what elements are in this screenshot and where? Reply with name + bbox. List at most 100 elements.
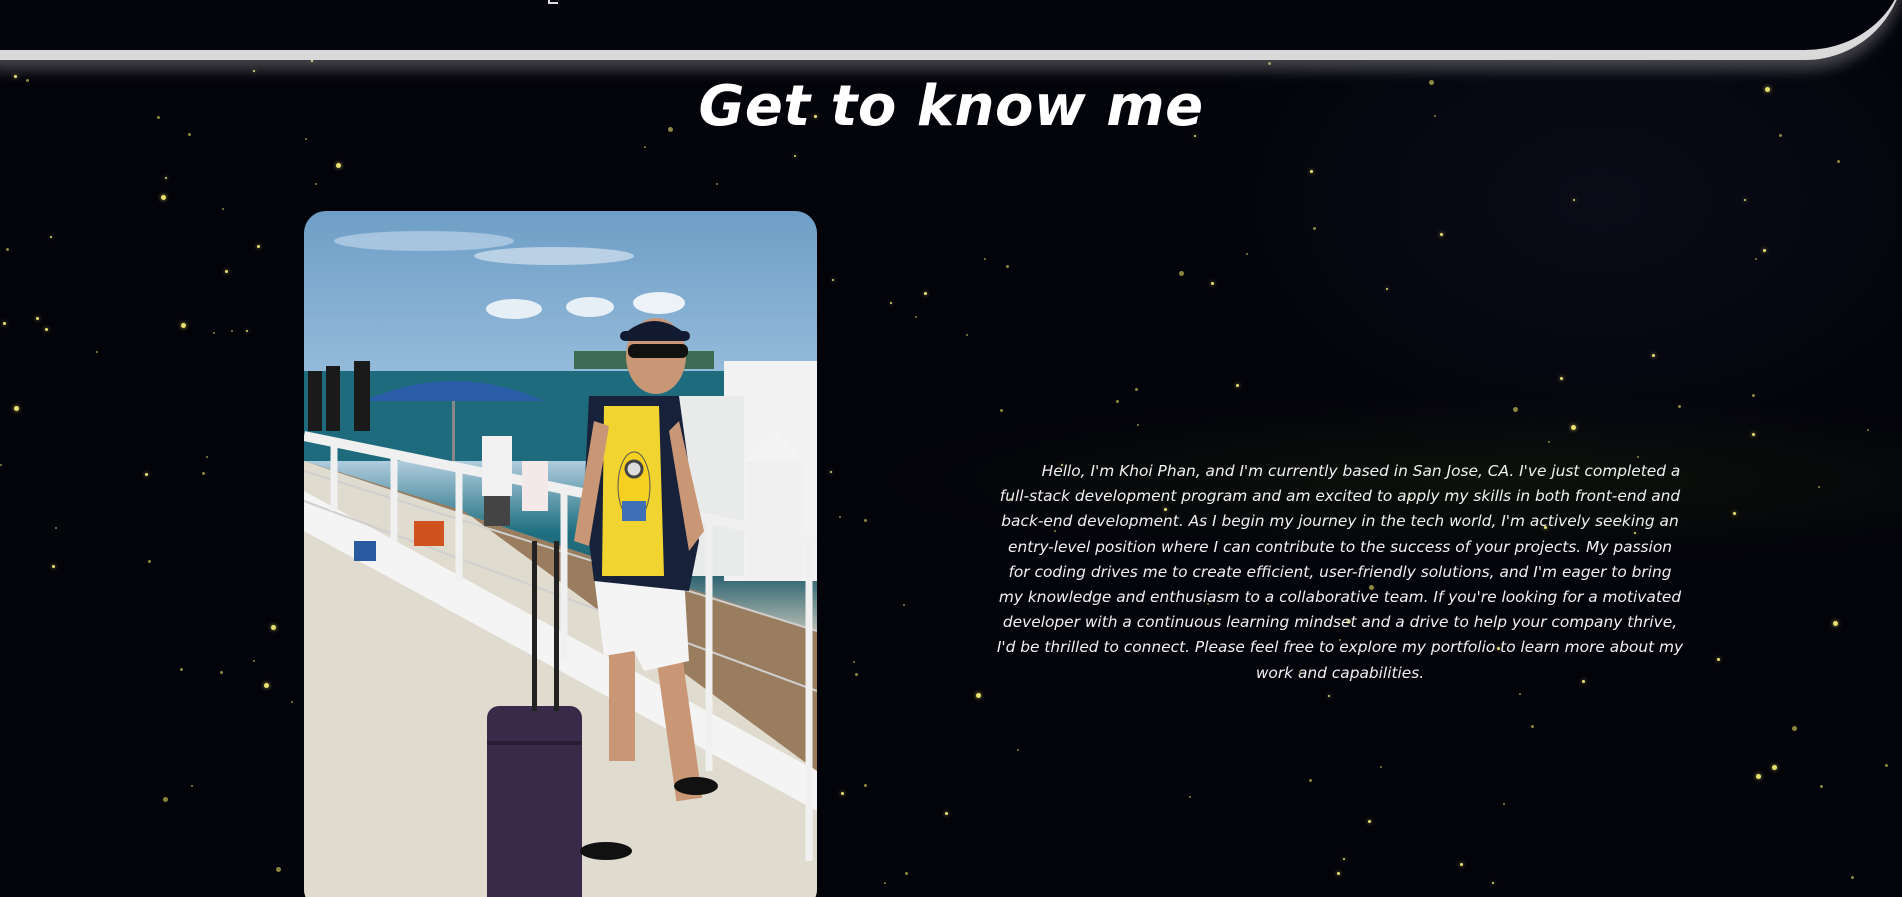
star-dot <box>191 785 193 787</box>
star-dot <box>165 177 167 179</box>
star-dot <box>1755 258 1757 260</box>
star-dot <box>905 872 908 875</box>
profile-photo-illustration <box>304 231 817 897</box>
star-dot <box>1756 774 1761 779</box>
star-dot <box>1343 858 1345 860</box>
star-dot <box>1116 400 1119 403</box>
star-dot <box>924 292 927 295</box>
star-dot <box>976 693 981 698</box>
star-dot <box>1531 725 1534 728</box>
star-dot <box>336 163 341 168</box>
star-dot <box>276 867 281 872</box>
star-dot <box>1328 695 1330 697</box>
star-dot <box>1440 233 1443 236</box>
star-dot <box>0 464 2 466</box>
star-dot <box>966 334 968 336</box>
star-dot <box>1268 62 1271 65</box>
star-dot <box>3 322 6 325</box>
star-dot <box>984 258 986 260</box>
star-dot <box>1368 820 1371 823</box>
header-nav-fragment <box>548 0 558 4</box>
star-dot <box>96 351 98 353</box>
star-dot <box>213 332 215 334</box>
star-dot <box>1135 388 1138 391</box>
star-dot <box>1211 282 1214 285</box>
star-dot <box>45 328 48 331</box>
star-dot <box>1717 658 1720 661</box>
star-dot <box>864 784 867 787</box>
star-dot <box>1744 199 1746 201</box>
star-dot <box>1519 693 1521 695</box>
star-dot <box>6 248 9 251</box>
star-dot <box>148 560 151 563</box>
star-dot <box>1000 409 1003 412</box>
star-dot <box>945 812 948 815</box>
star-dot <box>1017 749 1019 751</box>
star-dot <box>1179 271 1184 276</box>
star-dot <box>716 183 718 185</box>
star-dot <box>264 683 269 688</box>
star-dot <box>231 330 233 332</box>
star-dot <box>52 565 55 568</box>
star-dot <box>884 882 886 884</box>
star-dot <box>1571 425 1576 430</box>
star-dot <box>1818 486 1820 488</box>
star-dot <box>161 195 166 200</box>
star-dot <box>14 406 19 411</box>
star-dot <box>181 323 186 328</box>
star-dot <box>1772 765 1777 770</box>
star-dot <box>1548 441 1550 443</box>
star-dot <box>291 701 293 703</box>
star-dot <box>1492 882 1494 884</box>
star-dot <box>225 270 228 273</box>
star-dot <box>1733 512 1736 515</box>
star-dot <box>55 527 57 529</box>
profile-photo <box>304 211 817 897</box>
star-dot <box>50 236 52 238</box>
star-dot <box>853 661 855 663</box>
star-dot <box>315 183 317 185</box>
star-dot <box>855 673 858 676</box>
star-dot <box>794 155 796 157</box>
star-dot <box>1310 170 1313 173</box>
star-dot <box>839 516 841 518</box>
star-dot <box>311 60 313 62</box>
star-dot <box>220 671 223 674</box>
star-dot <box>222 208 224 210</box>
star-dot <box>253 70 255 72</box>
star-dot <box>1386 288 1388 290</box>
star-dot <box>1309 779 1312 782</box>
header-bar <box>0 0 1902 60</box>
star-dot <box>1313 227 1316 230</box>
star-dot <box>1752 433 1755 436</box>
star-dot <box>206 456 208 458</box>
star-dot <box>1460 863 1463 866</box>
star-dot <box>1380 766 1382 768</box>
star-dot <box>1833 621 1838 626</box>
star-dot <box>1867 429 1869 431</box>
star-dot <box>830 471 832 473</box>
star-dot <box>1189 796 1191 798</box>
star-dot <box>890 302 892 304</box>
star-dot <box>1652 354 1655 357</box>
star-dot <box>180 668 183 671</box>
star-dot <box>1851 876 1854 879</box>
star-dot <box>1513 407 1518 412</box>
star-dot <box>257 245 260 248</box>
star-dot <box>253 660 255 662</box>
star-dot <box>1337 872 1340 875</box>
star-dot <box>1246 253 1248 255</box>
star-dot <box>1678 405 1681 408</box>
star-dot <box>1573 199 1575 201</box>
star-dot <box>202 472 205 475</box>
star-dot <box>36 317 39 320</box>
star-dot <box>1137 424 1139 426</box>
star-dot <box>1560 377 1563 380</box>
about-page: Get to know me Hello, I'm Khoi Phan, and… <box>0 0 1902 897</box>
star-dot <box>1503 803 1505 805</box>
star-dot <box>1236 384 1239 387</box>
star-dot <box>1006 265 1009 268</box>
star-dot <box>1792 726 1797 731</box>
star-dot <box>1837 160 1840 163</box>
star-dot <box>1763 249 1766 252</box>
